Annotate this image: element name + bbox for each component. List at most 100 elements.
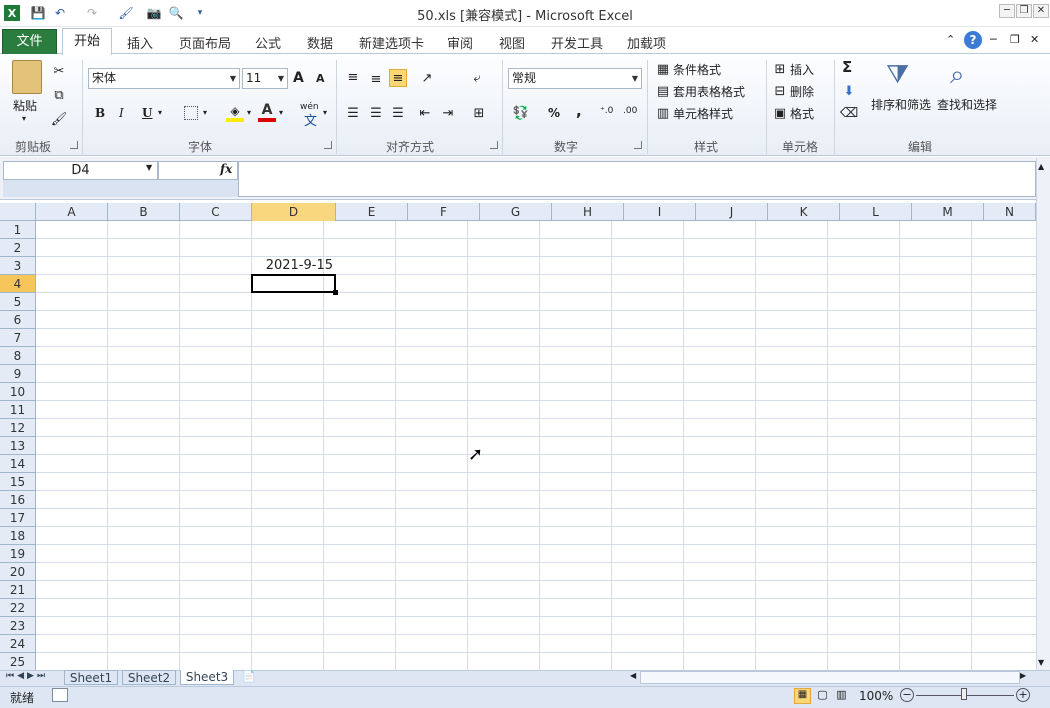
row-header-4[interactable]: 4 — [0, 275, 36, 293]
decrease-decimal-icon[interactable]: .00 — [623, 106, 637, 116]
page-layout-view-icon[interactable]: ▢ — [814, 688, 831, 704]
tab-data[interactable]: 数据 — [307, 33, 333, 52]
increase-decimal-icon[interactable]: ⁺.0 — [600, 106, 613, 116]
minimize-ribbon-icon[interactable]: ⌃ — [946, 33, 955, 46]
row-header-22[interactable]: 22 — [0, 599, 36, 617]
row-header-11[interactable]: 11 — [0, 401, 36, 419]
column-header-d[interactable]: D — [252, 203, 336, 221]
wrap-text-icon[interactable]: ⤶ — [468, 69, 486, 87]
find-select-button[interactable]: 查找和选择 — [937, 96, 997, 113]
align-center-icon[interactable]: ☰ — [367, 104, 385, 122]
clear-icon[interactable]: ⌫ — [840, 104, 858, 122]
tab-view[interactable]: 视图 — [499, 33, 525, 52]
column-header-a[interactable]: A — [36, 203, 108, 221]
decrease-indent-icon[interactable]: ⇤ — [416, 104, 434, 122]
column-header-m[interactable]: M — [912, 203, 984, 221]
font-launcher-icon[interactable] — [324, 141, 332, 149]
fill-handle[interactable] — [333, 290, 338, 295]
row-header-24[interactable]: 24 — [0, 635, 36, 653]
row-header-1[interactable]: 1 — [0, 221, 36, 239]
doc-restore-icon[interactable]: ❐ — [1010, 33, 1020, 46]
format-cells-icon[interactable]: ▣ — [771, 104, 789, 122]
name-box-dropdown-icon[interactable]: ▼ — [146, 163, 152, 172]
select-all-button[interactable] — [0, 203, 36, 221]
align-top-icon[interactable]: ≡ — [344, 68, 362, 86]
horizontal-scrollbar[interactable] — [640, 671, 1020, 684]
paste-dropdown-icon[interactable]: ▾ — [22, 114, 26, 123]
table-format-icon[interactable]: ▤ — [654, 82, 672, 100]
delete-cells-icon[interactable]: ⊟ — [771, 82, 789, 100]
font-color-icon[interactable]: A — [258, 102, 276, 122]
column-header-f[interactable]: F — [408, 203, 480, 221]
sheet-navigation-icon[interactable]: ⏮◀▶⏭ — [6, 671, 48, 681]
phonetic-char-icon[interactable]: 文 — [304, 110, 317, 129]
page-break-view-icon[interactable]: ▥ — [833, 688, 850, 704]
clipboard-launcher-icon[interactable] — [70, 141, 78, 149]
sheet-tab-sheet3[interactable]: Sheet3 — [180, 670, 234, 685]
conditional-format-icon[interactable]: ▦ — [654, 60, 672, 78]
align-right-icon[interactable]: ☰ — [389, 104, 407, 122]
paste-icon[interactable] — [12, 60, 42, 94]
column-header-b[interactable]: B — [108, 203, 180, 221]
insert-sheet-icon[interactable]: 📄 — [242, 670, 256, 683]
cell-grid[interactable] — [36, 221, 1036, 670]
cell-d3[interactable]: 2021-9-15 — [252, 257, 335, 275]
row-header-18[interactable]: 18 — [0, 527, 36, 545]
currency-icon[interactable]: 💱 — [512, 104, 530, 122]
delete-cells-button[interactable]: 删除 — [790, 83, 814, 100]
scroll-down-icon[interactable]: ▼ — [1038, 658, 1044, 667]
autosum-button[interactable]: Σ — [842, 58, 852, 76]
fill-dropdown-icon[interactable]: ▾ — [247, 108, 251, 117]
doc-close-icon[interactable]: ✕ — [1030, 33, 1039, 46]
row-header-5[interactable]: 5 — [0, 293, 36, 311]
number-format-combo[interactable]: 常规 ▼ — [508, 68, 642, 89]
row-header-19[interactable]: 19 — [0, 545, 36, 563]
tab-insert[interactable]: 插入 — [127, 33, 153, 52]
row-header-12[interactable]: 12 — [0, 419, 36, 437]
close-button[interactable]: ✕ — [1033, 4, 1049, 18]
conditional-format-button[interactable]: 条件格式 — [673, 61, 721, 78]
row-header-2[interactable]: 2 — [0, 239, 36, 257]
sheet-tab-sheet1[interactable]: Sheet1 — [64, 670, 118, 685]
row-header-21[interactable]: 21 — [0, 581, 36, 599]
orientation-icon[interactable]: ↗ — [418, 69, 436, 87]
column-header-n[interactable]: N — [984, 203, 1036, 221]
help-icon[interactable]: ? — [964, 31, 982, 49]
increase-indent-icon[interactable]: ⇥ — [439, 104, 457, 122]
font-name-combo[interactable]: 宋体 ▼ — [88, 68, 240, 89]
active-cell-d4[interactable] — [251, 274, 336, 293]
comma-button[interactable]: , — [576, 102, 582, 120]
font-color-dropdown-icon[interactable]: ▾ — [279, 108, 283, 117]
scroll-up-icon[interactable]: ▲ — [1038, 162, 1044, 171]
zoom-in-button[interactable]: + — [1016, 688, 1030, 702]
column-header-k[interactable]: K — [768, 203, 840, 221]
underline-button[interactable]: U — [142, 106, 152, 120]
insert-cells-icon[interactable]: ⊞ — [771, 60, 789, 78]
tab-new[interactable]: 新建选项卡 — [359, 33, 424, 52]
bold-button[interactable]: B — [95, 106, 105, 120]
column-header-g[interactable]: G — [480, 203, 552, 221]
cut-icon[interactable]: ✂ — [50, 62, 68, 80]
tab-review[interactable]: 审阅 — [447, 33, 473, 52]
column-header-e[interactable]: E — [336, 203, 408, 221]
row-header-14[interactable]: 14 — [0, 455, 36, 473]
number-launcher-icon[interactable] — [634, 141, 642, 149]
alignment-launcher-icon[interactable] — [490, 141, 498, 149]
row-header-7[interactable]: 7 — [0, 329, 36, 347]
row-header-16[interactable]: 16 — [0, 491, 36, 509]
phonetic-dropdown-icon[interactable]: ▾ — [323, 108, 327, 117]
percent-button[interactable]: % — [548, 106, 560, 120]
shrink-font-icon[interactable]: A — [316, 72, 325, 85]
align-middle-icon[interactable]: ≡ — [367, 70, 385, 88]
fill-icon[interactable]: ⬇ — [840, 82, 858, 100]
row-header-15[interactable]: 15 — [0, 473, 36, 491]
copy-icon[interactable]: ⧉ — [50, 86, 68, 104]
format-painter-icon[interactable]: 🖌 — [50, 110, 68, 128]
cell-styles-button[interactable]: 单元格样式 — [673, 105, 733, 122]
tab-addins[interactable]: 加载项 — [627, 33, 666, 52]
row-header-10[interactable]: 10 — [0, 383, 36, 401]
name-box[interactable]: D4 — [3, 161, 158, 180]
border-dropdown-icon[interactable]: ▾ — [203, 108, 207, 117]
format-as-table-button[interactable]: 套用表格格式 — [673, 83, 745, 100]
sort-filter-button[interactable]: 排序和筛选 — [871, 96, 931, 113]
